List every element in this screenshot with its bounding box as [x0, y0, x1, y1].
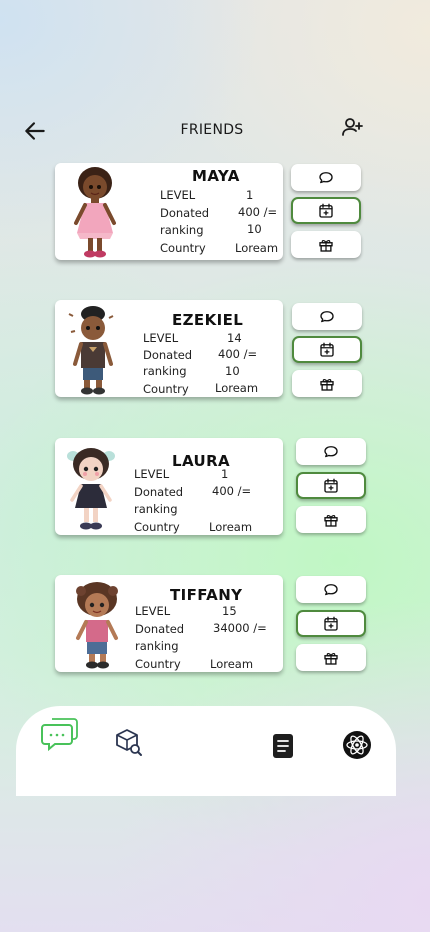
level-label: LEVEL: [143, 331, 179, 345]
ranking-label: ranking: [134, 502, 178, 516]
ranking-value: 10: [225, 364, 240, 378]
donated-value: 34000 /=: [213, 621, 267, 635]
calendar-add-icon: [319, 203, 333, 218]
bottom-nav-bar: [16, 706, 396, 796]
level-label: LEVEL: [160, 188, 196, 202]
gift-icon: [320, 378, 334, 391]
chat-bubble-icon: [320, 310, 334, 322]
chat-icon[interactable]: [40, 716, 80, 754]
avatar: [74, 167, 116, 258]
donated-label: Donated: [160, 206, 210, 220]
country-value: Loream: [209, 520, 253, 534]
avatar: [67, 448, 115, 530]
friend-card-laura[interactable]: LAURA LEVEL 1 Donated 400 /= ranking Cou…: [55, 438, 283, 535]
level-value: 14: [227, 331, 242, 345]
schedule-button[interactable]: [291, 197, 361, 224]
gift-button[interactable]: [292, 370, 362, 397]
friend-name: EZEKIEL: [172, 311, 244, 329]
chat-bubble-icon: [324, 583, 338, 595]
message-button[interactable]: [291, 164, 361, 191]
schedule-button[interactable]: [296, 610, 366, 637]
friend-card-tiffany[interactable]: TIFFANY LEVEL 15 Donated 34000 /= rankin…: [55, 575, 283, 672]
country-label: Country: [134, 520, 180, 534]
gift-icon: [319, 239, 333, 252]
donated-value: 400 /=: [212, 484, 252, 498]
avatar: [76, 582, 118, 669]
schedule-button[interactable]: [296, 472, 366, 499]
donated-label: Donated: [135, 622, 185, 636]
level-label: LEVEL: [134, 467, 170, 481]
chat-bubble-icon: [324, 445, 338, 457]
search-box-icon[interactable]: [114, 728, 144, 758]
friend-card-ezekiel[interactable]: EZEKIEL LEVEL 14 Donated 400 /= ranking …: [55, 300, 283, 397]
friend-card-maya[interactable]: MAYA LEVEL 1 Donated 400 /= ranking 10 C…: [55, 163, 283, 260]
country-value: Loream: [210, 657, 254, 671]
donated-value: 400 /=: [218, 347, 258, 361]
atom-icon[interactable]: [342, 730, 372, 760]
message-button[interactable]: [292, 303, 362, 330]
message-button[interactable]: [296, 438, 366, 465]
country-label: Country: [160, 241, 206, 255]
schedule-button[interactable]: [292, 336, 362, 363]
add-user-icon[interactable]: [340, 115, 364, 139]
level-label: LEVEL: [135, 604, 171, 618]
level-value: 15: [222, 604, 237, 618]
ranking-label: ranking: [135, 639, 179, 653]
level-value: 1: [221, 467, 229, 481]
gift-icon: [324, 514, 338, 527]
chat-bubble-icon: [319, 171, 333, 183]
ranking-value: 10: [247, 222, 262, 236]
calendar-add-icon: [324, 616, 338, 631]
donated-label: Donated: [134, 485, 184, 499]
avatar: [68, 306, 114, 395]
country-label: Country: [143, 382, 189, 396]
friend-name: MAYA: [192, 167, 240, 185]
country-value: Loream: [215, 381, 259, 395]
gift-icon: [324, 652, 338, 665]
gift-button[interactable]: [291, 231, 361, 258]
calendar-add-icon: [320, 342, 334, 357]
donated-value: 400 /=: [238, 205, 278, 219]
ranking-label: ranking: [143, 364, 187, 378]
calendar-add-icon: [324, 478, 338, 493]
country-label: Country: [135, 657, 181, 671]
gift-button[interactable]: [296, 644, 366, 671]
document-icon[interactable]: [272, 733, 294, 759]
gift-button[interactable]: [296, 506, 366, 533]
friend-name: TIFFANY: [170, 586, 243, 604]
country-value: Loream: [235, 241, 279, 255]
donated-label: Donated: [143, 348, 193, 362]
message-button[interactable]: [296, 576, 366, 603]
level-value: 1: [246, 188, 254, 202]
ranking-label: ranking: [160, 223, 204, 237]
